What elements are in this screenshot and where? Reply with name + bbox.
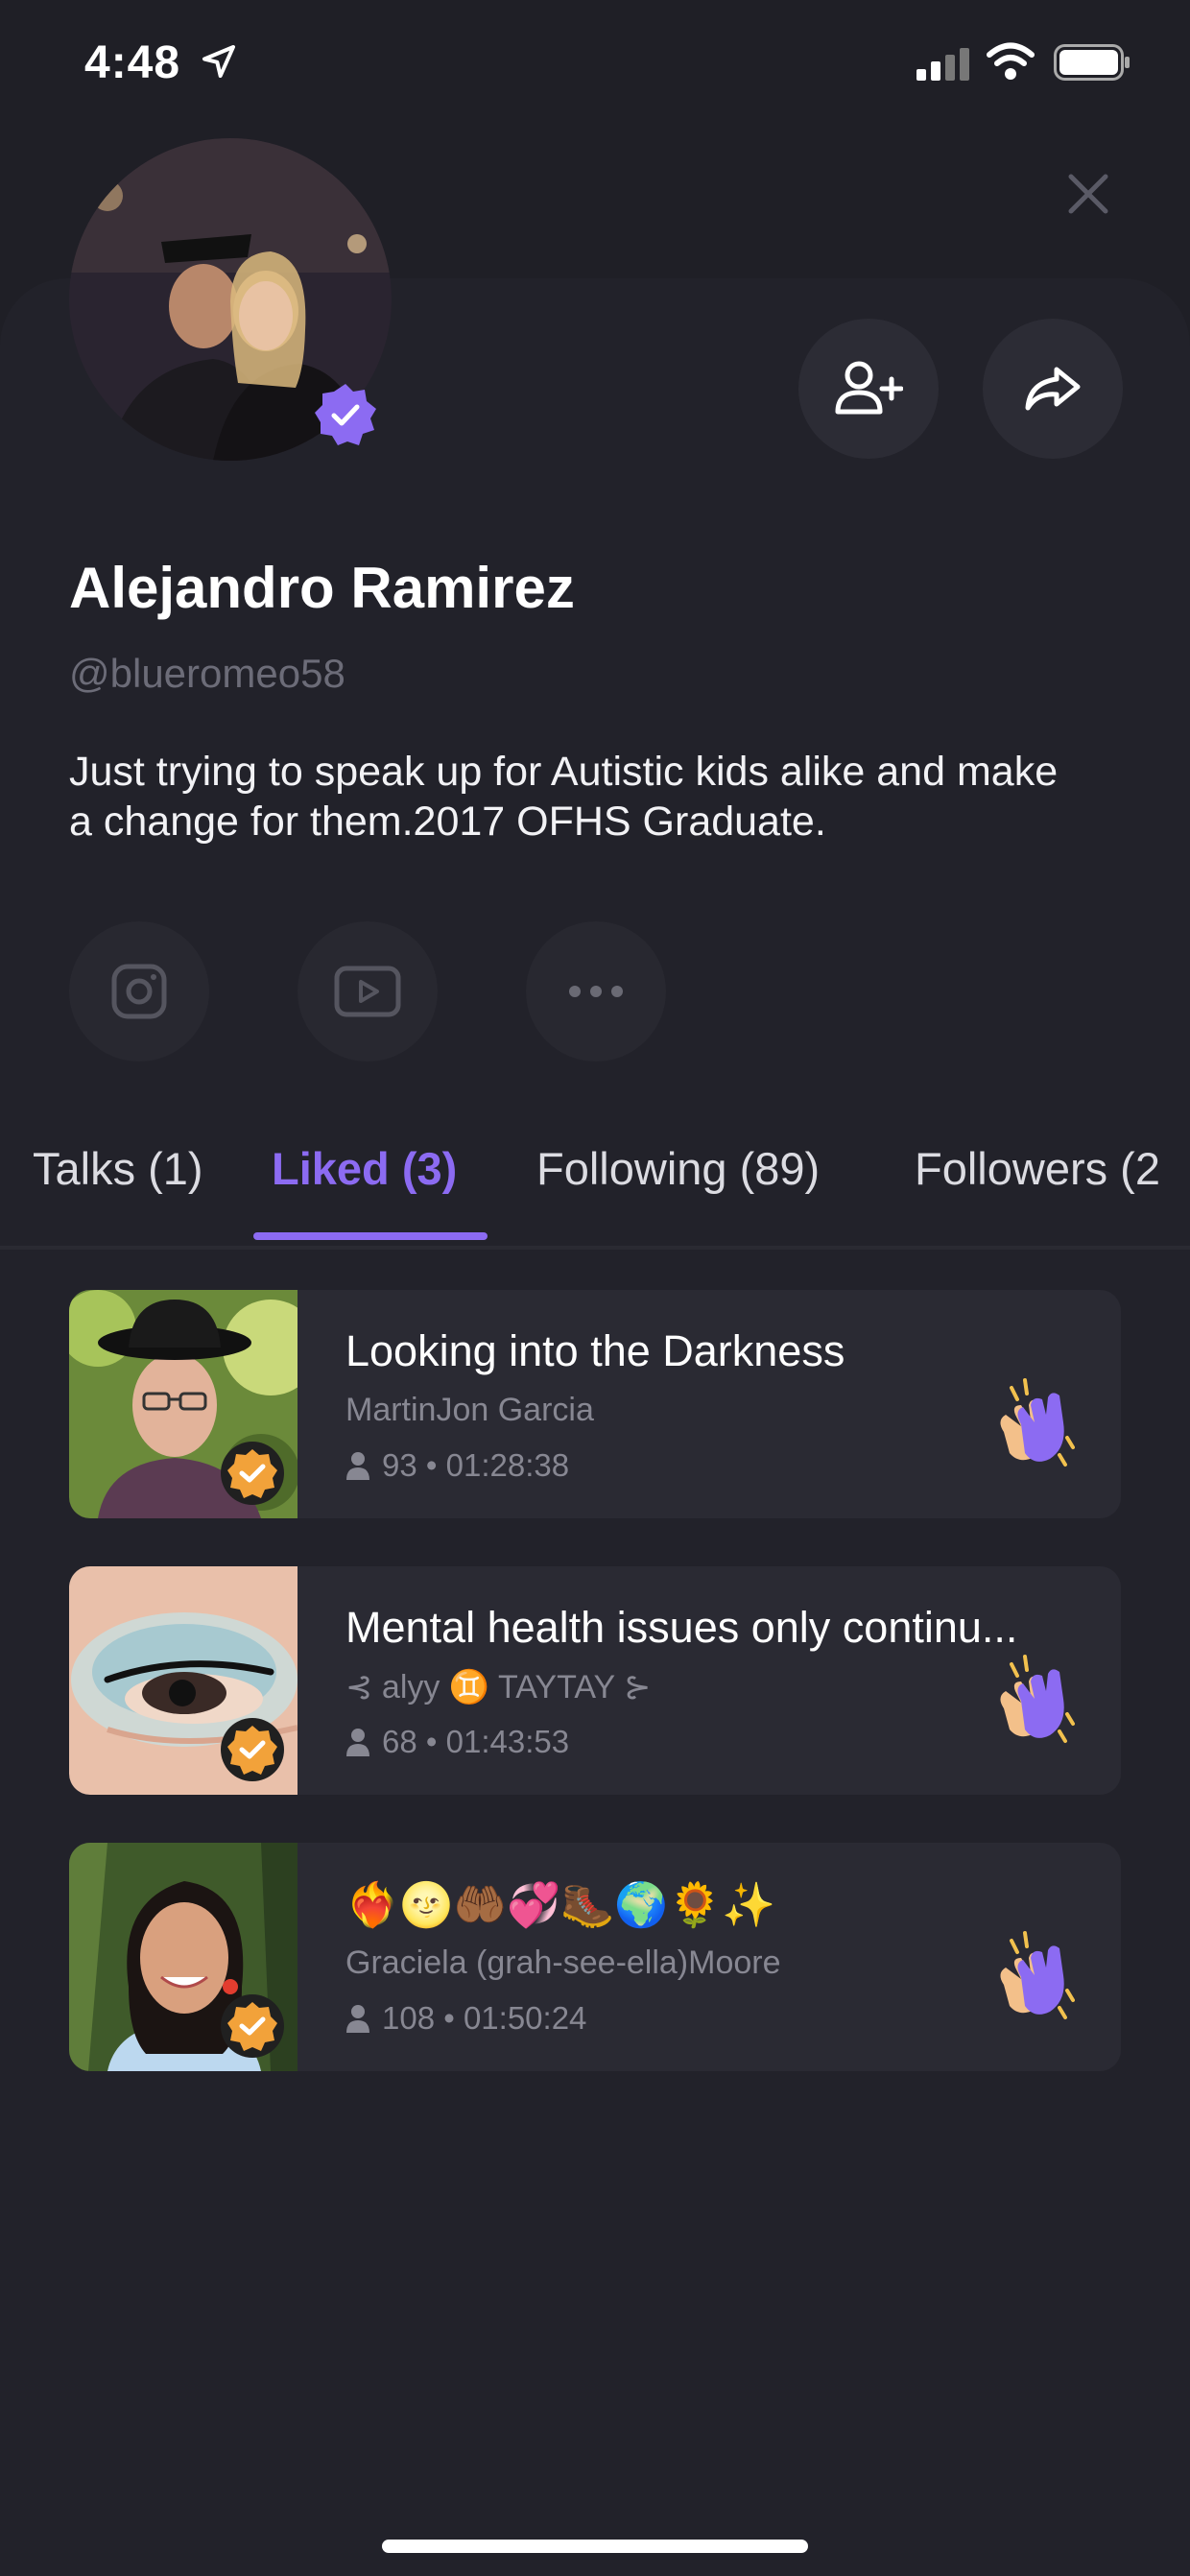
talk-stats: 68 • 01:43:53 (345, 1724, 569, 1760)
person-icon (346, 1729, 369, 1756)
talk-duration: 01:28:38 (445, 1447, 570, 1483)
verified-badge-icon (221, 1718, 284, 1781)
person-icon (346, 1452, 369, 1480)
talk-host: Graciela (grah-see-ella)Moore (345, 1944, 781, 1981)
listener-count: 68 (382, 1724, 417, 1759)
verified-badge-icon (315, 384, 376, 445)
home-indicator[interactable] (382, 2540, 808, 2553)
add-person-icon (835, 361, 903, 415)
host-thumbnail (69, 1843, 298, 2071)
close-icon[interactable] (1061, 167, 1115, 221)
battery-icon (1054, 44, 1130, 81)
talk-duration: 01:43:53 (445, 1724, 570, 1759)
tab-liked[interactable]: Liked (3) (272, 1142, 457, 1195)
talk-title: Looking into the Darkness (345, 1326, 845, 1375)
talk-stats: 108 • 01:50:24 (345, 2000, 586, 2037)
listener-count: 93 (382, 1447, 417, 1483)
follow-button[interactable] (798, 319, 939, 459)
verified-badge-icon (221, 1442, 284, 1505)
talk-host: ⊰ alyy ♊ TAYTAY ⊱ (345, 1669, 652, 1705)
clap-icon[interactable] (992, 1929, 1075, 2021)
instagram-button[interactable] (69, 921, 209, 1061)
youtube-button[interactable] (298, 921, 438, 1061)
talk-duration: 01:50:24 (463, 2000, 587, 2036)
host-thumbnail (69, 1290, 298, 1518)
talk-card[interactable]: ❤️‍🔥🌝🤲🏾💞🥾🌍🌻✨ Graciela (grah-see-ella)Moo… (69, 1843, 1121, 2071)
share-button[interactable] (983, 319, 1123, 459)
share-arrow-icon (1025, 367, 1081, 411)
talk-stats: 93 • 01:28:38 (345, 1447, 569, 1484)
talk-title: ❤️‍🔥🌝🤲🏾💞🥾🌍🌻✨ (345, 1880, 776, 1929)
youtube-icon (334, 966, 401, 1017)
tab-talks[interactable]: Talks (1) (33, 1142, 203, 1195)
signal-icon (916, 48, 969, 81)
status-time: 4:48 (84, 37, 181, 88)
person-icon (346, 2005, 369, 2033)
profile-name: Alejandro Ramirez (69, 556, 575, 620)
tabs-divider (0, 1246, 1190, 1250)
listener-count: 108 (382, 2000, 436, 2036)
talk-title: Mental health issues only continu... (345, 1603, 1018, 1652)
stats-separator: • (416, 1724, 446, 1759)
more-button[interactable] (526, 921, 666, 1061)
profile-handle: @blueromeo58 (69, 651, 345, 696)
tab-following[interactable]: Following (89) (536, 1142, 820, 1195)
profile-tabs: Talks (1) Liked (3) Following (89) Follo… (0, 1142, 1190, 1248)
tab-followers[interactable]: Followers (2 (915, 1142, 1160, 1195)
talk-card[interactable]: Looking into the Darkness MartinJon Garc… (69, 1290, 1121, 1518)
wifi-icon (987, 42, 1035, 80)
status-bar: 4:48 (0, 0, 1190, 134)
talk-card[interactable]: Mental health issues only continu... ⊰ a… (69, 1566, 1121, 1795)
host-thumbnail (69, 1566, 298, 1795)
stats-separator: • (416, 1447, 446, 1483)
active-tab-indicator (253, 1232, 488, 1240)
talk-host: MartinJon Garcia (345, 1392, 594, 1428)
location-arrow-icon (202, 45, 235, 78)
verified-badge-icon (221, 1994, 284, 2058)
stats-separator: • (435, 2000, 464, 2036)
clap-icon[interactable] (992, 1653, 1075, 1745)
clap-icon[interactable] (992, 1376, 1075, 1468)
more-dots-icon (569, 986, 623, 997)
instagram-icon (111, 964, 167, 1019)
profile-bio: Just trying to speak up for Autistic kid… (69, 749, 1059, 845)
